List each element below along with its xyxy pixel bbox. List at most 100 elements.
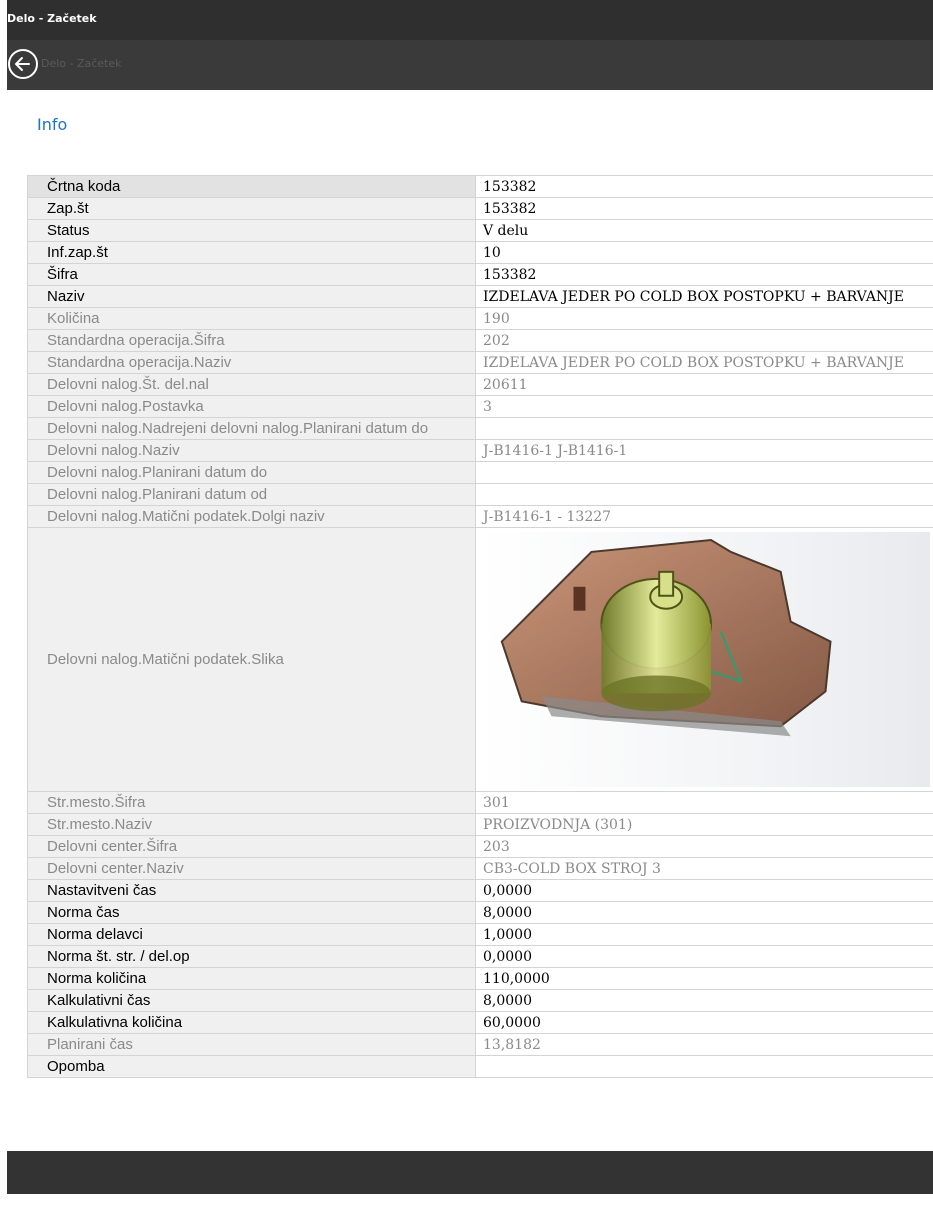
- row-dn-datum-do: Delovni nalog.Planirani datum do: [28, 462, 933, 484]
- row-str-mesto-sifra: Str.mesto.Šifra 301: [28, 792, 933, 814]
- row-value: [476, 418, 933, 439]
- row-value: 3: [483, 398, 492, 415]
- row-kalkulativni-cas[interactable]: Kalkulativni čas 8,0000: [28, 990, 933, 1012]
- row-value[interactable]: V delu: [476, 220, 933, 241]
- nav-subtitle: Delo - Začetek: [41, 57, 122, 70]
- row-label: Kalkulativni čas: [28, 990, 476, 1011]
- row-value: 190: [483, 310, 510, 327]
- row-dn-naziv: Delovni nalog.Naziv J-B1416-1 J-B1416-1: [28, 440, 933, 462]
- row-dn-postavka: Delovni nalog.Postavka 3: [28, 396, 933, 418]
- row-value: 301: [483, 794, 510, 811]
- row-naziv[interactable]: Naziv IZDELAVA JEDER PO COLD BOX POSTOPK…: [28, 286, 933, 308]
- back-arrow-circle-icon: [8, 49, 38, 79]
- row-value[interactable]: 153382: [476, 176, 933, 197]
- row-kalkulativna-kolicina[interactable]: Kalkulativna količina 60,0000: [28, 1012, 933, 1034]
- row-dn-dolgi-naziv: Delovni nalog.Matični podatek.Dolgi nazi…: [28, 506, 933, 528]
- row-norma-kolicina[interactable]: Norma količina 110,0000: [28, 968, 933, 990]
- row-label: Norma čas: [28, 902, 476, 923]
- properties-grid: Črtna koda 153382 Zap.št 153382 Status V…: [27, 175, 933, 1078]
- row-value[interactable]: 110,0000: [476, 968, 933, 989]
- row-label: Delovni nalog.Postavka: [28, 396, 476, 417]
- row-label: Delovni nalog.Planirani datum od: [28, 484, 476, 505]
- row-norma-st-str[interactable]: Norma št. str. / del.op 0,0000: [28, 946, 933, 968]
- row-label: Kalkulativna količina: [28, 1012, 476, 1033]
- row-label: Delovni center.Naziv: [28, 858, 476, 879]
- row-value: J-B1416-1 - 13227: [483, 508, 612, 525]
- row-value[interactable]: 8,0000: [476, 990, 933, 1011]
- row-value: 13,8182: [483, 1036, 541, 1053]
- row-str-mesto-naziv: Str.mesto.Naziv PROIZVODNJA (301): [28, 814, 933, 836]
- row-value: 20611: [483, 376, 528, 393]
- row-label: Delovni nalog.Matični podatek.Slika: [28, 528, 476, 791]
- row-dn-st: Delovni nalog.Št. del.nal 20611: [28, 374, 933, 396]
- row-value: J-B1416-1 J-B1416-1: [483, 442, 628, 459]
- row-label: Nastavitveni čas: [28, 880, 476, 901]
- row-value: IZDELAVA JEDER PO COLD BOX POSTOPKU + BA…: [483, 354, 905, 371]
- row-value[interactable]: 1,0000: [476, 924, 933, 945]
- row-nastavitveni-cas[interactable]: Nastavitveni čas 0,0000: [28, 880, 933, 902]
- back-button[interactable]: [7, 48, 39, 80]
- row-value[interactable]: 0,0000: [476, 946, 933, 967]
- row-value[interactable]: 8,0000: [476, 902, 933, 923]
- row-norma-cas[interactable]: Norma čas 8,0000: [28, 902, 933, 924]
- row-value[interactable]: IZDELAVA JEDER PO COLD BOX POSTOPKU + BA…: [476, 286, 933, 307]
- row-label: Norma količina: [28, 968, 476, 989]
- cylinder-part: [600, 570, 712, 712]
- row-value[interactable]: 153382: [476, 264, 933, 285]
- row-label: Str.mesto.Naziv: [28, 814, 476, 835]
- row-label: Standardna operacija.Šifra: [28, 330, 476, 351]
- row-value[interactable]: [476, 1056, 933, 1077]
- row-value: [476, 484, 933, 505]
- row-dn-slika: Delovni nalog.Matični podatek.Slika: [28, 528, 933, 792]
- row-label: Zap.št: [28, 198, 476, 219]
- row-value: [476, 462, 933, 483]
- row-value[interactable]: 60,0000: [476, 1012, 933, 1033]
- row-inf-zap-st[interactable]: Inf.zap.št 10: [28, 242, 933, 264]
- row-label: Delovni center.Šifra: [28, 836, 476, 857]
- left-margin: [0, 0, 7, 1217]
- row-value: 202: [483, 332, 510, 349]
- row-label: Količina: [28, 308, 476, 329]
- row-label: Delovni nalog.Planirani datum do: [28, 462, 476, 483]
- row-value[interactable]: 153382: [476, 198, 933, 219]
- row-std-op-sifra: Standardna operacija.Šifra 202: [28, 330, 933, 352]
- row-dn-datum-od: Delovni nalog.Planirani datum od: [28, 484, 933, 506]
- row-value[interactable]: 10: [476, 242, 933, 263]
- row-label: Delovni nalog.Št. del.nal: [28, 374, 476, 395]
- row-zap-st[interactable]: Zap.št 153382: [28, 198, 933, 220]
- row-opomba[interactable]: Opomba: [28, 1056, 933, 1078]
- row-label: Norma delavci: [28, 924, 476, 945]
- bottom-app-bar: [7, 1151, 933, 1194]
- row-label: Str.mesto.Šifra: [28, 792, 476, 813]
- row-label: Naziv: [28, 286, 476, 307]
- row-label: Delovni nalog.Naziv: [28, 440, 476, 461]
- row-label: Inf.zap.št: [28, 242, 476, 263]
- row-status[interactable]: Status V delu: [28, 220, 933, 242]
- row-dc-naziv: Delovni center.Naziv CB3-COLD BOX STROJ …: [28, 858, 933, 880]
- row-planirani-cas: Planirani čas 13,8182: [28, 1034, 933, 1056]
- tab-info[interactable]: Info: [37, 115, 67, 134]
- row-sifra[interactable]: Šifra 153382: [28, 264, 933, 286]
- row-label: Opomba: [28, 1056, 476, 1077]
- row-value: PROIZVODNJA (301): [483, 816, 633, 833]
- row-label: Status: [28, 220, 476, 241]
- window-titlebar: Delo - Začetek: [7, 0, 933, 40]
- row-label: Planirani čas: [28, 1034, 476, 1055]
- row-value: CB3-COLD BOX STROJ 3: [483, 860, 661, 877]
- part-image: [480, 532, 930, 787]
- row-label: Delovni nalog.Nadrejeni delovni nalog.Pl…: [28, 418, 476, 439]
- window-title: Delo - Začetek: [7, 12, 97, 25]
- row-value[interactable]: 0,0000: [476, 880, 933, 901]
- row-crtna-koda[interactable]: Črtna koda 153382: [28, 176, 933, 198]
- row-label: Norma št. str. / del.op: [28, 946, 476, 967]
- 3d-part-rendering: [500, 538, 832, 737]
- row-norma-delavci[interactable]: Norma delavci 1,0000: [28, 924, 933, 946]
- row-kolicina: Količina 190: [28, 308, 933, 330]
- row-label: Delovni nalog.Matični podatek.Dolgi nazi…: [28, 506, 476, 527]
- row-label: Šifra: [28, 264, 476, 285]
- row-dn-nadrejeni-datum-do: Delovni nalog.Nadrejeni delovni nalog.Pl…: [28, 418, 933, 440]
- row-label: Črtna koda: [28, 176, 476, 197]
- nav-bar: Delo - Začetek: [7, 40, 933, 90]
- row-value-image: [476, 528, 933, 791]
- row-value: 203: [483, 838, 510, 855]
